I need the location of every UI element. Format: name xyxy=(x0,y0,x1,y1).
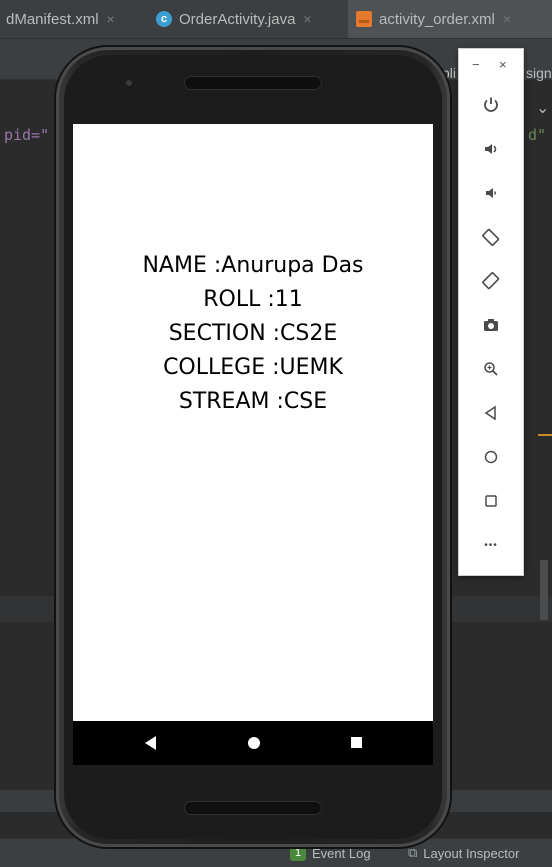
overview-square-icon xyxy=(485,495,497,507)
back-icon[interactable] xyxy=(145,736,156,750)
student-details: NAME :Anurupa Das ROLL :11 SECTION :CS2E… xyxy=(73,249,433,419)
zoom-button[interactable] xyxy=(459,349,523,389)
back-triangle-icon xyxy=(484,405,496,421)
layout-inspector-icon: ⧉ xyxy=(408,845,418,860)
home-icon[interactable] xyxy=(248,737,260,749)
tab-label: activity_order.xml xyxy=(379,10,495,28)
section-text: SECTION :CS2E xyxy=(168,321,338,346)
home-button[interactable] xyxy=(459,437,523,477)
overview-button[interactable] xyxy=(459,481,523,521)
emulator-toolbar: − × ••• xyxy=(458,48,524,576)
event-log-button[interactable]: 1 Event Log xyxy=(290,845,371,861)
editor-tab-bar: dManifest.xml × c OrderActivity.java × a… xyxy=(0,0,552,39)
rotate-left-icon xyxy=(482,228,500,246)
rotate-left-button[interactable] xyxy=(459,217,523,257)
minimize-button[interactable]: − xyxy=(472,57,480,72)
close-icon[interactable]: × xyxy=(503,11,511,27)
more-button[interactable]: ••• xyxy=(459,525,523,565)
power-icon xyxy=(484,97,498,112)
recents-icon[interactable] xyxy=(351,737,362,748)
rotate-right-button[interactable] xyxy=(459,261,523,301)
volume-down-button[interactable] xyxy=(459,173,523,213)
tab-order-activity[interactable]: c OrderActivity.java × xyxy=(150,0,346,38)
code-fragment: pid=" xyxy=(4,126,50,144)
java-class-icon: c xyxy=(156,11,172,27)
close-button[interactable]: × xyxy=(499,57,507,72)
warning-marker xyxy=(538,434,552,436)
xml-layout-icon xyxy=(356,11,372,27)
event-count-badge: 1 xyxy=(290,845,306,861)
zoom-icon xyxy=(484,362,498,376)
emulator-device-frame: NAME :Anurupa Das ROLL :11 SECTION :CS2E… xyxy=(56,47,450,847)
layout-inspector-label: Layout Inspector xyxy=(423,845,520,861)
name-text: NAME :Anurupa Das xyxy=(142,253,364,278)
power-button[interactable] xyxy=(459,85,523,125)
roll-text: ROLL :11 xyxy=(203,287,303,312)
android-nav-bar xyxy=(73,721,433,765)
volume-down-icon xyxy=(486,188,496,198)
volume-up-button[interactable] xyxy=(459,129,523,169)
tab-label: dManifest.xml xyxy=(6,10,99,28)
chevron-down-icon[interactable]: ⌄ xyxy=(536,98,549,118)
stream-text: STREAM :CSE xyxy=(178,389,328,414)
tab-android-manifest[interactable]: dManifest.xml × xyxy=(0,0,146,38)
scrollbar[interactable] xyxy=(540,560,548,620)
screenshot-button[interactable] xyxy=(459,305,523,345)
toolbar-fragment: sign xyxy=(526,65,552,81)
tab-label: OrderActivity.java xyxy=(179,10,296,28)
event-log-label: Event Log xyxy=(312,845,371,861)
app-screen: NAME :Anurupa Das ROLL :11 SECTION :CS2E… xyxy=(73,124,433,721)
bottom-speaker xyxy=(184,801,322,815)
home-circle-icon xyxy=(484,450,498,464)
top-speaker xyxy=(184,76,322,90)
close-icon[interactable]: × xyxy=(107,11,115,27)
college-text: COLLEGE :UEMK xyxy=(163,355,343,380)
camera-icon xyxy=(484,319,498,331)
tab-activity-order-xml[interactable]: activity_order.xml × xyxy=(348,0,552,38)
volume-up-icon xyxy=(485,144,497,154)
rotate-right-icon xyxy=(482,272,500,290)
layout-inspector-button[interactable]: ⧉ Layout Inspector xyxy=(408,845,519,861)
code-fragment: d" xyxy=(528,126,547,144)
back-button[interactable] xyxy=(459,393,523,433)
front-camera xyxy=(126,80,132,86)
close-icon[interactable]: × xyxy=(303,11,311,27)
